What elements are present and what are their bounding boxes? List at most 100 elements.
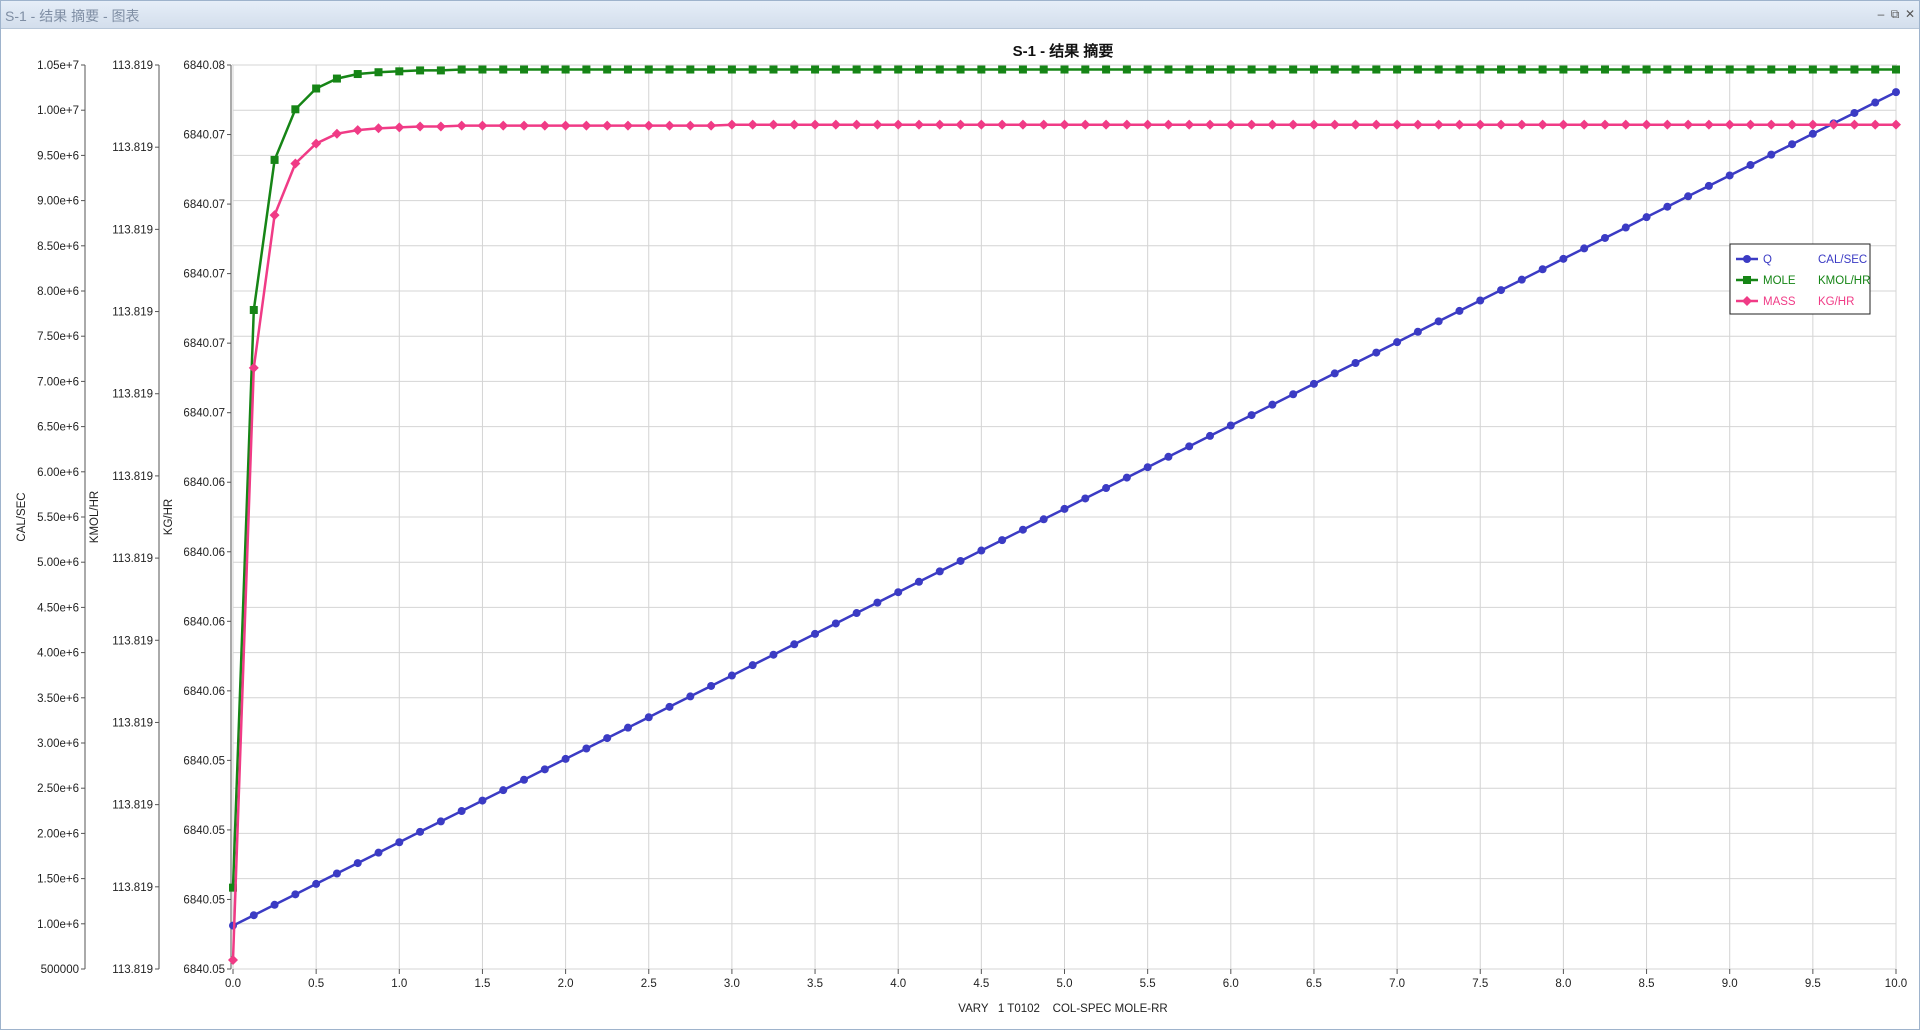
data-point [520, 775, 529, 784]
y-tick-label: 113.819 [112, 717, 153, 729]
data-point [1891, 119, 1901, 130]
y-axis-label: KG/HR [163, 499, 175, 535]
data-point [561, 754, 570, 763]
data-point [1683, 119, 1694, 130]
y-tick-label: 6840.06 [183, 477, 225, 489]
y-tick-label: 6840.07 [183, 408, 225, 420]
data-point [1330, 65, 1339, 74]
data-point [1767, 65, 1776, 74]
data-point [1559, 254, 1568, 263]
x-tick-label: 9.5 [1805, 978, 1821, 990]
data-point [623, 723, 632, 732]
axes: 0.0 0.5 1.0 1.5 2.0 2.5 3.0 3.5 4.0 4.5 5.0 5.5 6.0 6… [16, 60, 1907, 990]
data-point [1829, 65, 1838, 74]
data-point [1807, 119, 1818, 130]
data-point [1620, 119, 1631, 130]
data-point [1433, 119, 1444, 130]
y-tick-label: 113.819 [112, 882, 153, 894]
data-point [312, 879, 321, 888]
legend[interactable]: Q CAL/SEC MOLE KMOL/HR MASS KG/HR [1729, 243, 1871, 315]
y-tick-label: 9.00e+6 [37, 196, 79, 208]
data-point [1746, 161, 1755, 170]
data-point [1704, 65, 1713, 74]
data-point [977, 65, 986, 74]
data-point [1454, 119, 1465, 130]
data-point [416, 66, 425, 75]
data-point [1850, 65, 1859, 74]
data-point [872, 119, 883, 130]
data-point [1412, 119, 1423, 130]
data-point [1164, 65, 1173, 74]
x-tick-label: 2.0 [558, 978, 574, 990]
x-tick-label: 10.0 [1885, 978, 1907, 990]
y-tick-label: 7.50e+6 [37, 331, 79, 343]
restore-icon[interactable]: ⧉ [1887, 6, 1903, 22]
data-point [1102, 484, 1111, 493]
legend-series-name: MASS [1763, 296, 1796, 308]
data-point [726, 119, 737, 130]
data-point [1538, 265, 1547, 274]
data-point [1743, 255, 1751, 263]
data-point [1725, 65, 1734, 74]
x-tick-label: 7.0 [1389, 978, 1405, 990]
x-tick-label: 8.0 [1555, 978, 1571, 990]
y-tick-label: 500000 [41, 964, 79, 976]
data-point [1226, 421, 1235, 430]
chart-window: S-1 - 结果 摘要 - 图表 – ⧉ ✕ 0.0 0.5 1.0 1.5 2.0 2.… [0, 0, 1920, 1030]
data-point [291, 890, 300, 899]
data-point [395, 67, 404, 76]
data-point [1330, 369, 1339, 378]
data-point [1039, 65, 1048, 74]
data-point [1038, 119, 1049, 130]
data-point [873, 65, 882, 74]
data-point [851, 119, 862, 130]
title-bar[interactable]: S-1 - 结果 摘要 - 图表 – ⧉ ✕ [1, 1, 1919, 29]
data-point [1724, 119, 1735, 130]
y-tick-label: 113.819 [112, 60, 153, 72]
data-point [416, 827, 425, 836]
data-point [1081, 65, 1090, 74]
data-point [1122, 473, 1131, 482]
data-point [477, 120, 488, 131]
data-point [1599, 119, 1610, 130]
legend-series-unit: KMOL/HR [1818, 275, 1870, 287]
data-point [1621, 65, 1630, 74]
data-point [1475, 119, 1486, 130]
y-tick-label: 9.50e+6 [37, 150, 79, 162]
data-point [248, 362, 259, 373]
data-point [582, 744, 591, 753]
data-point [1580, 65, 1589, 74]
data-point [643, 120, 654, 131]
data-point [1725, 171, 1734, 180]
data-point [1642, 65, 1651, 74]
x-tick-label: 1.0 [391, 978, 407, 990]
y-tick-label: 6.00e+6 [37, 467, 79, 479]
data-point [1142, 119, 1153, 130]
data-point [1476, 65, 1485, 74]
data-point [270, 155, 279, 164]
data-point [914, 65, 923, 74]
data-point [1351, 359, 1360, 368]
y-tick-label: 6840.07 [183, 269, 225, 281]
data-point [1766, 119, 1777, 130]
data-point [830, 119, 841, 130]
data-point [1788, 65, 1797, 74]
data-point [394, 122, 405, 133]
close-icon[interactable]: ✕ [1902, 6, 1918, 22]
data-point [1018, 525, 1027, 534]
data-point [686, 692, 695, 701]
data-point [1538, 65, 1547, 74]
data-point [748, 65, 757, 74]
y-tick-label: 6840.07 [183, 130, 225, 142]
data-point [1268, 400, 1277, 409]
data-point [291, 105, 300, 114]
data-point [1163, 119, 1174, 130]
data-point [811, 65, 820, 74]
data-point [332, 869, 341, 878]
data-point [1434, 317, 1443, 326]
data-point [831, 619, 840, 628]
y-tick-label: 6840.06 [183, 547, 225, 559]
y-tick-label: 1.00e+6 [37, 919, 79, 931]
data-point [353, 70, 362, 79]
data-point [852, 609, 861, 618]
